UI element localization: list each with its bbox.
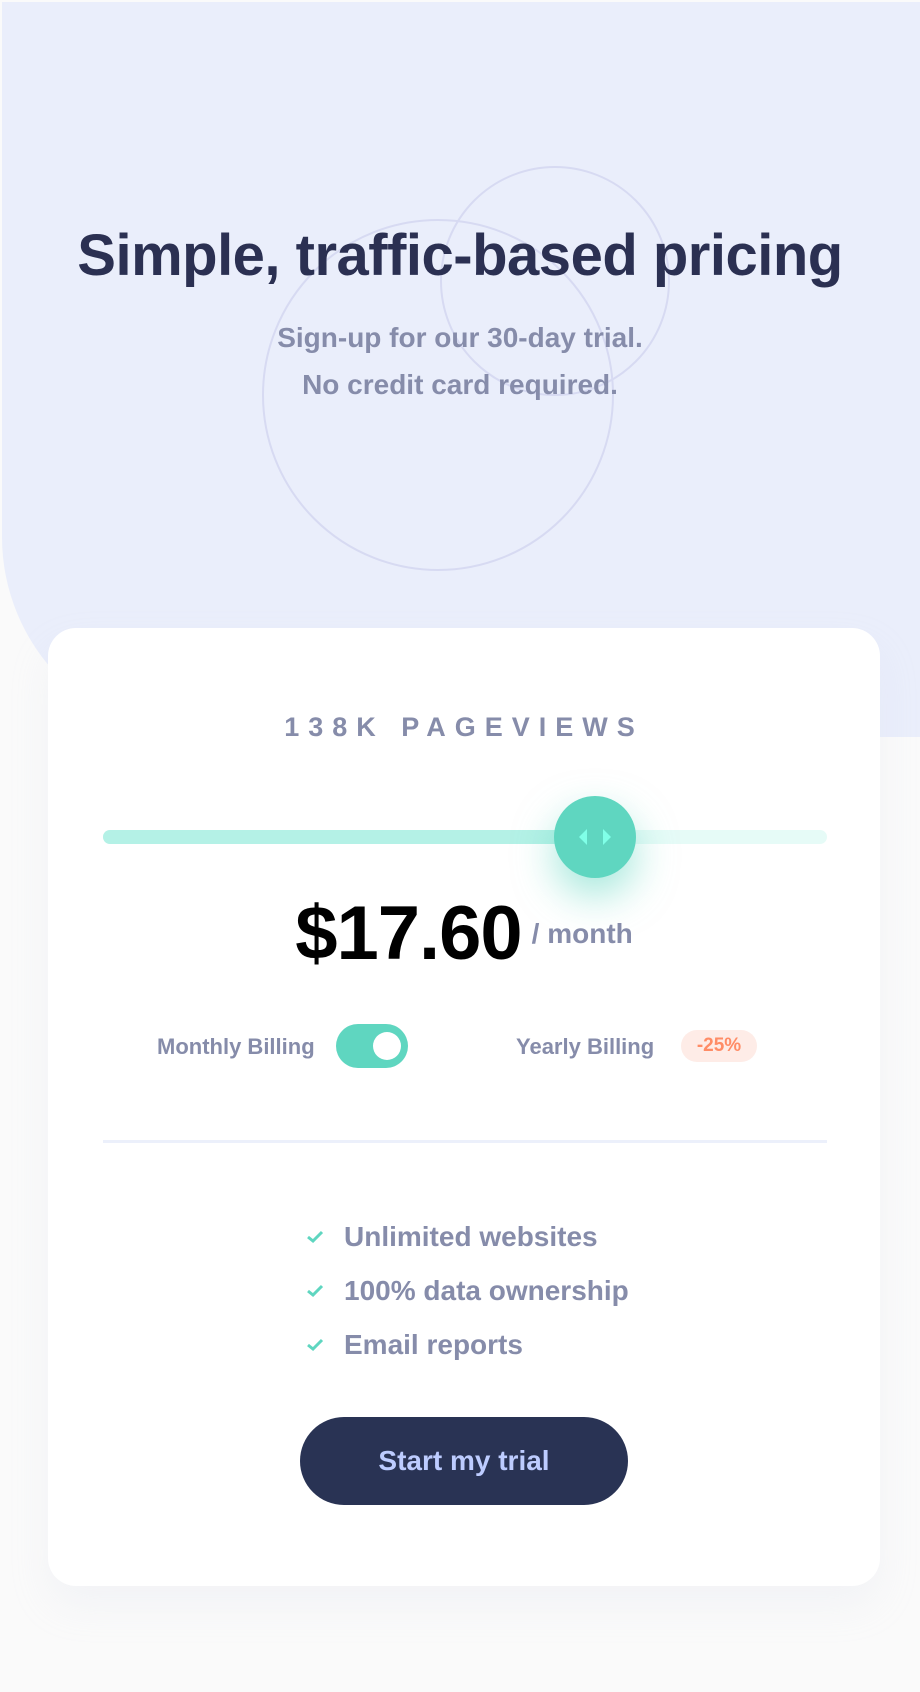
- feature-item: Unlimited websites: [306, 1210, 629, 1264]
- yearly-billing-label[interactable]: Yearly Billing: [516, 1034, 654, 1060]
- price-amount: $17.60: [295, 891, 522, 976]
- discount-badge: -25%: [681, 1030, 757, 1062]
- feature-text: 100% data ownership: [344, 1275, 629, 1306]
- pageviews-slider-thumb[interactable]: [554, 796, 636, 878]
- feature-text: Email reports: [344, 1329, 523, 1360]
- feature-text: Unlimited websites: [344, 1221, 598, 1252]
- page-title: Simple, traffic-based pricing: [77, 223, 843, 288]
- features-list: Unlimited websites 100% data ownership E…: [306, 1210, 629, 1372]
- check-icon: [307, 1338, 324, 1352]
- divider: [103, 1140, 827, 1143]
- billing-toggle[interactable]: [336, 1024, 408, 1068]
- check-icon: [307, 1230, 324, 1244]
- subtitle-line-2: No credit card required.: [302, 369, 618, 400]
- pricing-card: 138K PAGEVIEWS $17.60 / month Monthly Bil…: [48, 628, 880, 1586]
- pageviews-slider-track[interactable]: [103, 830, 827, 844]
- pageviews-slider-fill: [103, 830, 596, 844]
- price-period: / month: [531, 917, 633, 949]
- feature-item: Email reports: [306, 1318, 629, 1372]
- billing-toggle-knob: [373, 1032, 401, 1060]
- monthly-billing-label[interactable]: Monthly Billing: [157, 1034, 315, 1060]
- check-icon: [307, 1284, 324, 1298]
- slider-arrows-icon: [579, 829, 611, 845]
- start-trial-button[interactable]: Start my trial: [300, 1417, 628, 1505]
- pageviews-label: 138K PAGEVIEWS: [284, 712, 644, 742]
- price-row: $17.60 / month: [48, 890, 880, 977]
- subtitle-line-1: Sign-up for our 30-day trial.: [277, 322, 643, 353]
- feature-item: 100% data ownership: [306, 1264, 629, 1318]
